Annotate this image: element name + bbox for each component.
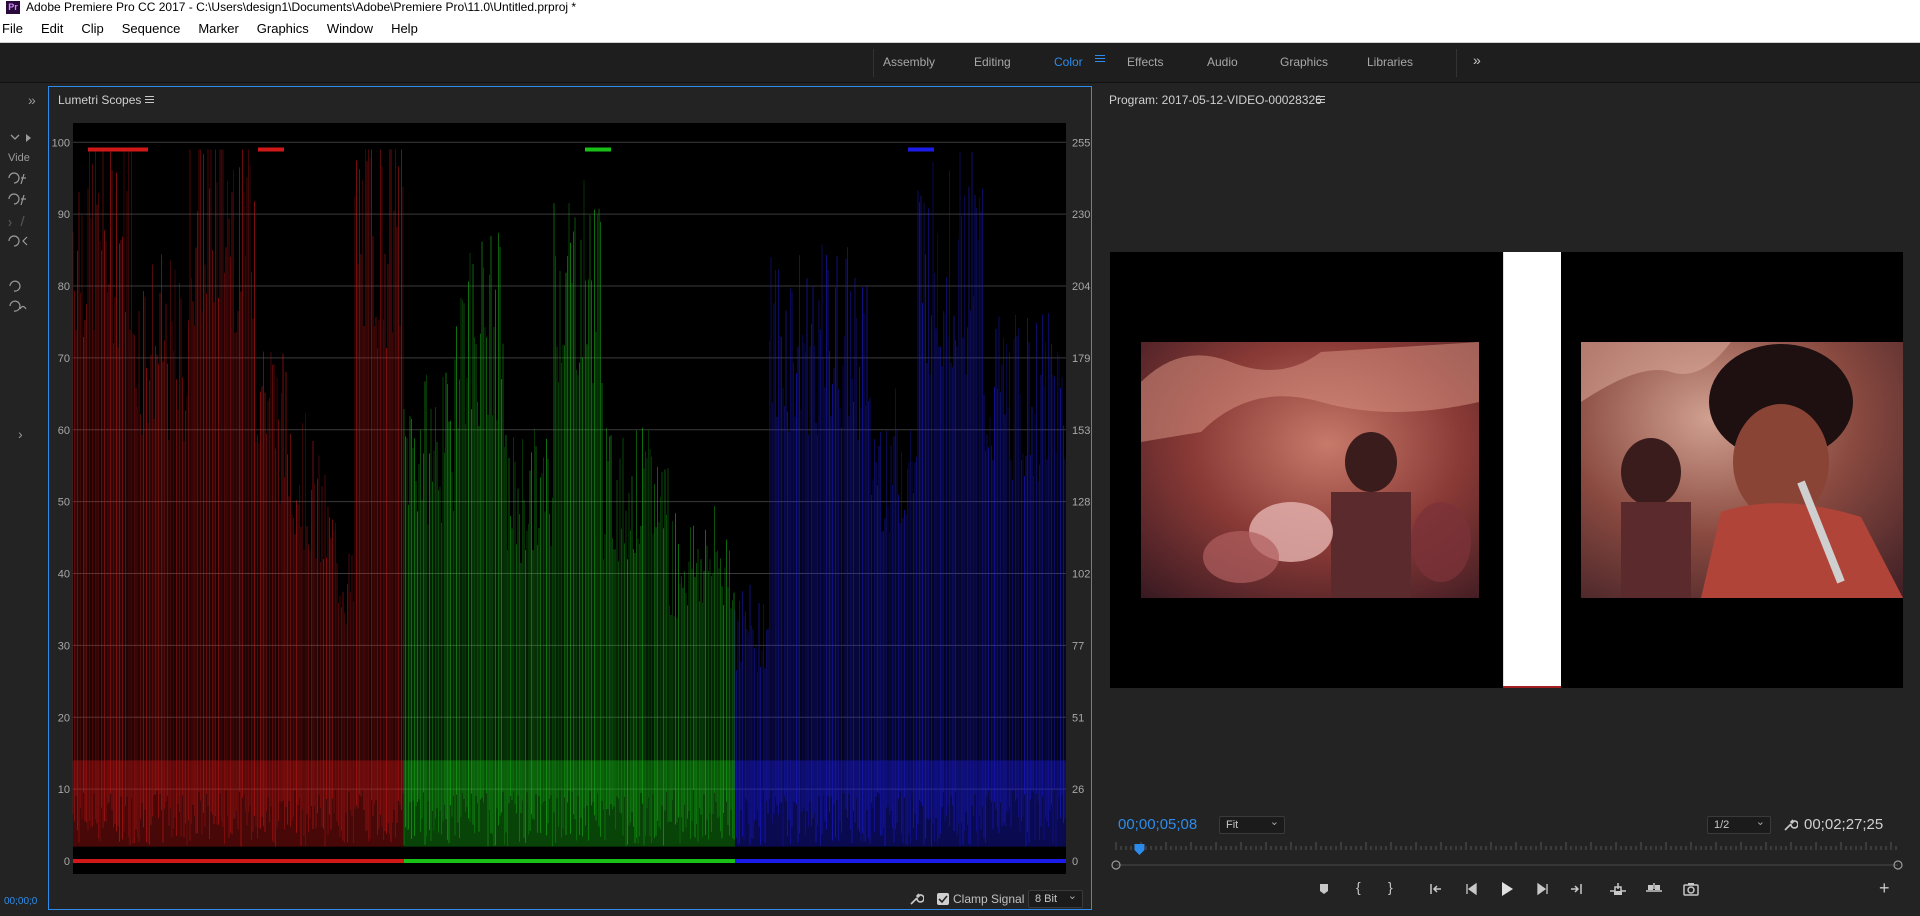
workspace-tab-assembly[interactable]: Assembly bbox=[883, 55, 935, 69]
rgb-parade-scope: 100 25590 23080 20470 17960 15350 12840 10230 77… bbox=[52, 123, 1090, 874]
waveform-base bbox=[73, 760, 404, 847]
play-icon[interactable] bbox=[1498, 880, 1516, 898]
mark-in-icon[interactable]: { bbox=[1356, 879, 1361, 895]
mark-out-icon[interactable]: } bbox=[1388, 879, 1393, 895]
lumetri-scopes-title[interactable]: Lumetri Scopes bbox=[58, 93, 141, 107]
extract-icon[interactable] bbox=[1644, 881, 1664, 897]
scope-tick-left: 60 bbox=[58, 425, 70, 437]
workspace-tab-effects[interactable]: Effects bbox=[1127, 55, 1163, 69]
waveform-base bbox=[404, 760, 735, 847]
program-video-frame[interactable] bbox=[1110, 252, 1903, 688]
video-clip-left bbox=[1141, 342, 1479, 598]
checkmark-icon bbox=[938, 895, 948, 904]
scope-tick-right: 230 bbox=[1072, 209, 1090, 221]
playhead-marker[interactable] bbox=[1134, 844, 1145, 855]
scope-tick-right: 0 bbox=[1072, 856, 1078, 868]
menu-window[interactable]: Window bbox=[318, 21, 382, 36]
status-timecode: 00;00;0 bbox=[4, 896, 38, 907]
workspace-divider bbox=[873, 49, 874, 77]
bit-depth-select[interactable]: 8 Bit bbox=[1028, 888, 1083, 908]
video-clip-right bbox=[1581, 342, 1903, 598]
add-marker-icon[interactable] bbox=[1316, 881, 1332, 897]
scope-tick-right: 102 bbox=[1072, 569, 1090, 581]
scope-tick-right: 77 bbox=[1072, 640, 1084, 652]
scope-tick-right: 128 bbox=[1072, 497, 1090, 509]
workspace-divider bbox=[1456, 49, 1457, 77]
program-monitor-title[interactable]: Program: 2017-05-12-VIDEO-00028326 bbox=[1109, 93, 1322, 107]
export-frame-camera-icon[interactable] bbox=[1682, 881, 1700, 897]
panel-menu-icon[interactable] bbox=[1316, 94, 1325, 105]
scope-tick-left: 20 bbox=[58, 712, 70, 724]
clamp-signal-checkbox[interactable] bbox=[937, 893, 949, 905]
menu-marker[interactable]: Marker bbox=[189, 21, 247, 36]
scope-tick-left: 50 bbox=[58, 497, 70, 509]
zoom-value: Fit bbox=[1226, 819, 1239, 831]
white-bar-region bbox=[1503, 252, 1561, 688]
expand-arrow-icon[interactable]: › bbox=[18, 426, 23, 442]
effects-controls-strip: » Vide › bbox=[0, 86, 36, 916]
menu-help[interactable]: Help bbox=[382, 21, 427, 36]
premiere-logo-icon: Pr bbox=[6, 0, 20, 14]
scope-tick-left: 100 bbox=[52, 137, 70, 149]
lift-icon[interactable] bbox=[1608, 881, 1628, 897]
wrench-icon[interactable] bbox=[908, 891, 924, 907]
scope-tick-right: 255 bbox=[1072, 137, 1090, 149]
scope-tick-left: 40 bbox=[58, 569, 70, 581]
fx-toggle-icon[interactable] bbox=[6, 170, 32, 260]
resolution-select[interactable]: 1/2 bbox=[1707, 814, 1771, 834]
workspace-tab-libraries[interactable]: Libraries bbox=[1367, 55, 1413, 69]
go-to-in-icon[interactable] bbox=[1428, 881, 1444, 897]
workspace-tab-graphics[interactable]: Graphics bbox=[1280, 55, 1328, 69]
scope-tick-right: 179 bbox=[1072, 353, 1090, 365]
scope-tick-left: 70 bbox=[58, 353, 70, 365]
scope-tick-right: 26 bbox=[1072, 784, 1084, 796]
chevron-down-icon[interactable] bbox=[8, 132, 34, 144]
workspace-menu-icon[interactable] bbox=[1095, 53, 1105, 63]
scope-tick-left: 10 bbox=[58, 784, 70, 796]
workspace-bar: Assembly Editing Color Effects Audio Gra… bbox=[0, 43, 1920, 83]
button-editor-plus-icon[interactable]: + bbox=[1879, 878, 1890, 899]
menu-graphics[interactable]: Graphics bbox=[248, 21, 318, 36]
scope-tick-right: 153 bbox=[1072, 425, 1090, 437]
duration-timecode: 00;02;27;25 bbox=[1804, 816, 1884, 833]
resolution-value: 1/2 bbox=[1714, 819, 1730, 831]
red-edge-line bbox=[1503, 686, 1561, 688]
menu-sequence[interactable]: Sequence bbox=[113, 21, 190, 36]
menu-file[interactable]: File bbox=[0, 21, 32, 36]
settings-wrench-icon[interactable] bbox=[1782, 817, 1798, 833]
zoom-select[interactable]: Fit bbox=[1219, 814, 1285, 834]
time-ruler[interactable] bbox=[1110, 842, 1904, 872]
scope-tick-right: 51 bbox=[1072, 712, 1084, 724]
reset-effect-icon[interactable] bbox=[6, 278, 32, 318]
scope-tick-right: 204 bbox=[1072, 281, 1090, 293]
step-forward-icon[interactable] bbox=[1534, 881, 1550, 897]
video-effects-label: Vide bbox=[8, 152, 30, 164]
bit-depth-value: 8 Bit bbox=[1035, 893, 1058, 905]
panel-collapse-icon[interactable]: » bbox=[28, 92, 36, 108]
step-back-icon[interactable] bbox=[1464, 881, 1480, 897]
clamp-signal-label: Clamp Signal bbox=[953, 892, 1025, 906]
window-title: Adobe Premiere Pro CC 2017 - C:\Users\de… bbox=[26, 0, 577, 14]
workspace-tab-editing[interactable]: Editing bbox=[974, 55, 1011, 69]
workspace-tab-audio[interactable]: Audio bbox=[1207, 55, 1238, 69]
workspace-overflow-icon[interactable]: » bbox=[1473, 52, 1481, 68]
current-timecode[interactable]: 00;00;05;08 bbox=[1118, 816, 1197, 833]
menu-clip[interactable]: Clip bbox=[72, 21, 112, 36]
menu-bar: File Edit Clip Sequence Marker Graphics … bbox=[0, 14, 1920, 43]
scope-tick-left: 0 bbox=[64, 856, 70, 868]
panel-menu-icon[interactable] bbox=[145, 94, 154, 105]
go-to-out-icon[interactable] bbox=[1568, 881, 1584, 897]
menu-edit[interactable]: Edit bbox=[32, 21, 72, 36]
waveform-base bbox=[735, 760, 1066, 847]
title-bar: Pr Adobe Premiere Pro CC 2017 - C:\Users… bbox=[0, 0, 1920, 14]
scope-tick-left: 30 bbox=[58, 640, 70, 652]
scope-tick-left: 90 bbox=[58, 209, 70, 221]
scope-tick-left: 80 bbox=[58, 281, 70, 293]
workspace-tab-color[interactable]: Color bbox=[1054, 55, 1083, 69]
